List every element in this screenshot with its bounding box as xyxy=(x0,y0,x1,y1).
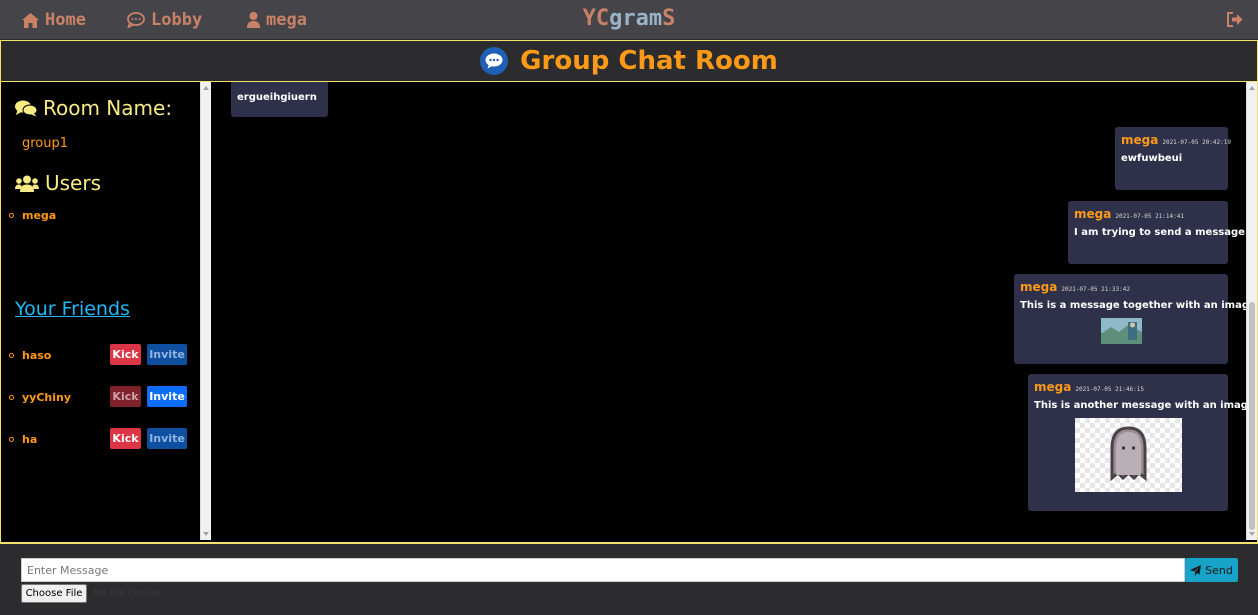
message-username: mega xyxy=(1121,133,1159,147)
kick-button[interactable]: Kick xyxy=(110,428,141,449)
message-text: ergueihgiuern xyxy=(237,92,317,103)
chat-messages-area: ergueihgiuern mega 2021-07-05 20:42:19 e… xyxy=(212,82,1246,540)
message-composer: Send Choose File No file chosen xyxy=(0,542,1258,615)
paper-plane-icon xyxy=(1190,564,1202,576)
page-title: Group Chat Room xyxy=(520,46,778,76)
friend-name: yyChiny xyxy=(9,391,71,404)
brand-part-3: S xyxy=(662,6,676,31)
message-timestamp: 2021-07-05 20:42:19 xyxy=(1162,139,1231,146)
chat-message: ergueihgiuern xyxy=(231,82,328,117)
kick-button[interactable]: Kick xyxy=(110,386,141,407)
chat-message: mega 2021-07-05 21:33:42 This is a messa… xyxy=(1014,274,1246,364)
bullet-icon xyxy=(9,352,14,358)
scrollbar-thumb[interactable] xyxy=(1249,302,1255,530)
landscape-thumbnail-image[interactable] xyxy=(1100,318,1142,344)
message-text: ewfuwbeui xyxy=(1121,153,1183,164)
message-header: mega 2021-07-05 21:46:15 xyxy=(1034,380,1222,394)
invite-button[interactable]: Invite xyxy=(147,386,187,407)
friend-name: ha xyxy=(9,433,37,446)
users-heading-label: Users xyxy=(45,171,102,195)
sidebar-scrollbar[interactable] xyxy=(200,82,211,540)
message-text: This is a message together with an image xyxy=(1020,300,1246,311)
top-navbar: Home Lobby mega YCgramS xyxy=(0,0,1258,40)
nav-user-label: mega xyxy=(266,10,307,30)
chat-scrollbar[interactable] xyxy=(1246,82,1257,540)
friend-row: yyChiny Kick Invite xyxy=(9,386,189,408)
scroll-down-arrow-icon[interactable] xyxy=(203,532,209,536)
bullet-icon xyxy=(9,436,14,442)
chat-message: mega 2021-07-05 20:42:19 ewfuwbeui xyxy=(1115,127,1231,190)
main-area: Room Name: group1 Users mega Your Friend… xyxy=(0,82,1258,542)
message-timestamp: 2021-07-05 21:14:41 xyxy=(1115,213,1184,220)
brand-part-2: gram xyxy=(609,6,663,31)
users-icon xyxy=(15,175,39,192)
comment-icon xyxy=(127,12,145,28)
message-timestamp: 2021-07-05 21:46:15 xyxy=(1075,386,1144,393)
nav-home-label: Home xyxy=(45,10,86,30)
user-list-item: mega xyxy=(9,209,56,222)
your-friends-link[interactable]: Your Friends xyxy=(15,298,130,320)
nav-user-link[interactable]: mega xyxy=(247,9,307,31)
friend-name-label: ha xyxy=(22,432,38,446)
nav-lobby-label: Lobby xyxy=(151,10,203,30)
send-button-label: Send xyxy=(1205,563,1233,577)
chat-bubble-icon xyxy=(480,47,509,75)
room-name-heading-label: Room Name: xyxy=(43,96,173,120)
nav-home-link[interactable]: Home xyxy=(22,9,86,31)
friend-name: haso xyxy=(9,349,51,362)
comments-icon xyxy=(15,100,37,116)
user-name: mega xyxy=(22,209,57,222)
sidebar: Room Name: group1 Users mega Your Friend… xyxy=(1,82,199,540)
message-header: mega 2021-07-05 21:33:42 xyxy=(1020,280,1222,294)
scroll-down-arrow-icon[interactable] xyxy=(1249,532,1255,536)
invite-button[interactable]: Invite xyxy=(147,344,187,365)
friend-row: haso Kick Invite xyxy=(9,344,189,366)
message-text: This is another message with an image xyxy=(1034,400,1246,411)
message-username: mega xyxy=(1034,380,1072,394)
room-name-value: group1 xyxy=(22,136,69,151)
scroll-up-arrow-icon[interactable] xyxy=(203,86,209,90)
send-button[interactable]: Send xyxy=(1185,558,1238,582)
message-timestamp: 2021-07-05 21:33:42 xyxy=(1061,286,1130,293)
message-header: mega 2021-07-05 21:14:41 xyxy=(1074,207,1222,221)
scroll-up-arrow-icon[interactable] xyxy=(1249,86,1255,90)
choose-file-button[interactable]: Choose File xyxy=(21,584,87,603)
friend-name-label: yyChiny xyxy=(22,390,72,404)
invite-button[interactable]: Invite xyxy=(147,428,187,449)
message-username: mega xyxy=(1074,207,1112,221)
user-icon xyxy=(247,12,260,28)
home-icon xyxy=(22,12,39,28)
brand-part-1: YC xyxy=(582,6,610,31)
kick-button[interactable]: Kick xyxy=(110,344,141,365)
chat-message: mega 2021-07-05 21:14:41 I am trying to … xyxy=(1068,201,1245,264)
message-input[interactable] xyxy=(21,558,1185,582)
sign-out-icon xyxy=(1227,12,1243,27)
message-username: mega xyxy=(1020,280,1058,294)
room-name-heading: Room Name: xyxy=(15,96,172,120)
bullet-icon xyxy=(9,213,14,218)
message-text: I am trying to send a message xyxy=(1074,227,1245,238)
friend-name-label: haso xyxy=(22,348,52,362)
chat-message: mega 2021-07-05 21:46:15 This is another… xyxy=(1028,374,1246,511)
ghost-sticker-image[interactable] xyxy=(1074,418,1182,492)
message-header: mega 2021-07-05 20:42:19 xyxy=(1121,133,1231,147)
file-status-text: No file chosen xyxy=(93,588,164,599)
logout-button[interactable] xyxy=(1227,12,1243,31)
users-heading: Users xyxy=(15,171,101,195)
nav-lobby-link[interactable]: Lobby xyxy=(127,9,202,31)
bullet-icon xyxy=(9,394,14,400)
friend-row: ha Kick Invite xyxy=(9,428,189,450)
page-title-bar: Group Chat Room xyxy=(0,40,1258,82)
